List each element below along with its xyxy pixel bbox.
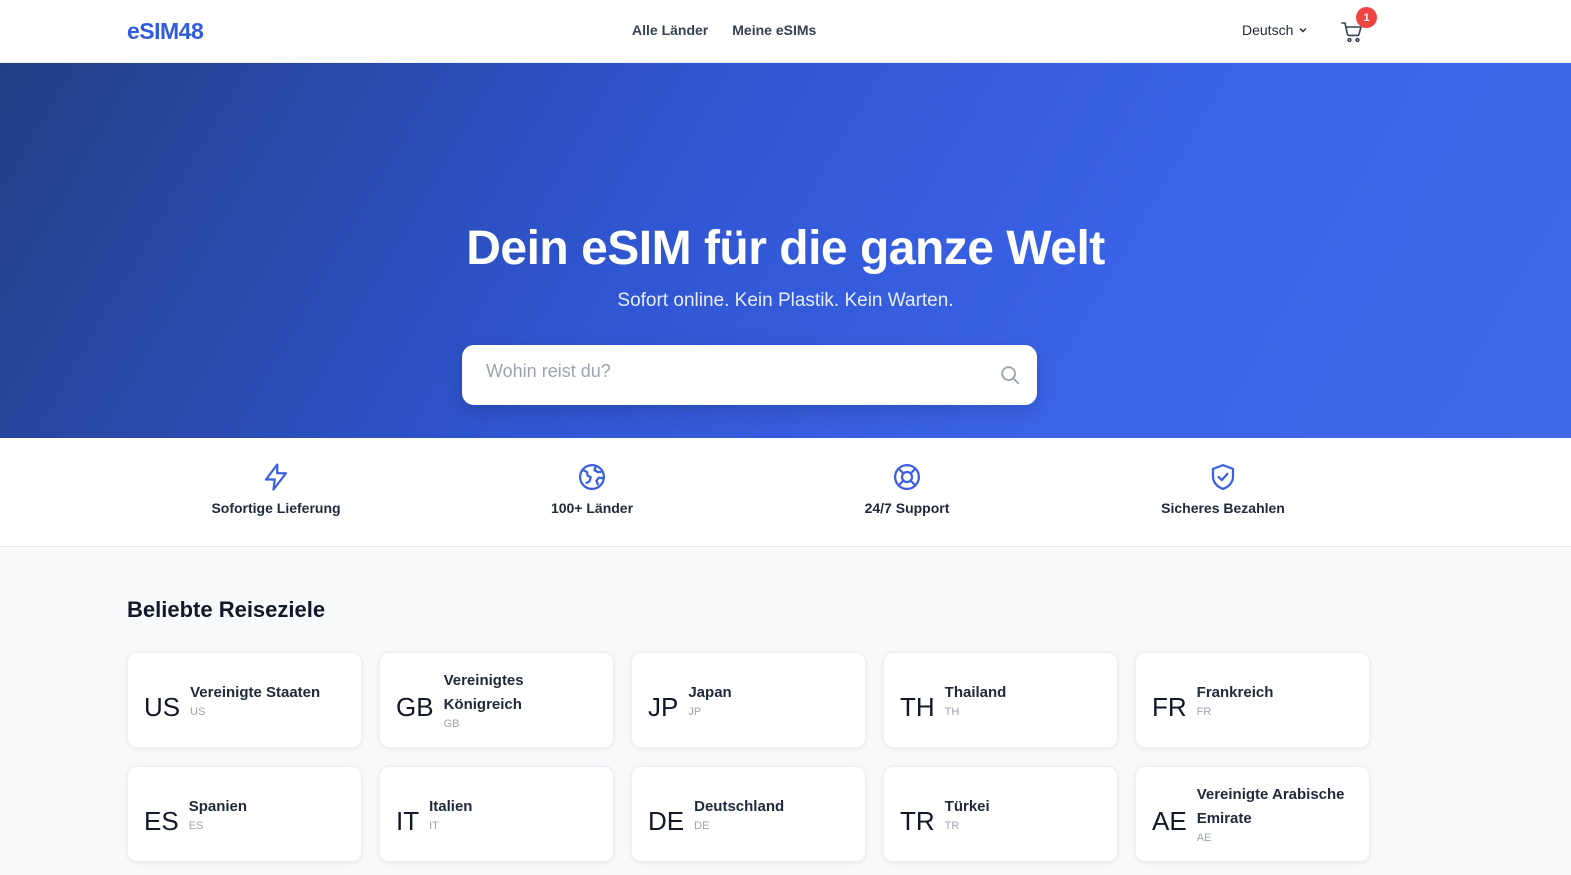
hero-section: Dein eSIM für die ganze Welt Sofort onli… — [0, 63, 1571, 438]
country-iso: AE — [1196, 832, 1212, 844]
destination-card[interactable]: US Vereinigte Staaten US — [127, 652, 362, 748]
feature-label: Sicheres Bezahlen — [1161, 500, 1285, 516]
feature-countries: 100+ Länder — [462, 462, 722, 516]
country-name: Frankreich — [1196, 684, 1274, 701]
destination-card[interactable]: AE Vereinigte Arabische Emirate AE — [1135, 766, 1370, 862]
destination-card[interactable]: FR Frankreich FR — [1135, 652, 1370, 748]
search-icon[interactable] — [999, 364, 1021, 386]
country-iso: DE — [694, 820, 710, 832]
globe-icon — [579, 464, 605, 490]
destination-search-input[interactable] — [486, 361, 986, 382]
destination-card[interactable]: GB Vereinigtes Königreich GB — [379, 652, 614, 748]
country-code: GB — [396, 691, 434, 722]
shield-check-icon — [1211, 464, 1235, 490]
brand-logo[interactable]: eSIM48 — [127, 18, 204, 45]
country-name: Türkei — [944, 798, 990, 815]
country-name: Vereinigte Staaten — [190, 684, 321, 701]
country-iso: GB — [443, 718, 460, 730]
country-name: Vereinigte Arabische Emirate — [1196, 786, 1345, 827]
language-label: Deutsch — [1242, 22, 1294, 38]
feature-label: Sofortige Lieferung — [211, 500, 341, 516]
popular-destinations-title: Beliebte Reiseziele — [127, 597, 326, 622]
feature-instant-delivery: Sofortige Lieferung — [146, 462, 406, 516]
nav-my-esims[interactable]: Meine eSIMs — [732, 22, 816, 38]
country-code: FR — [1152, 691, 1187, 722]
country-name: Italien — [429, 798, 473, 815]
search-box — [462, 345, 1037, 405]
country-code: DE — [648, 805, 685, 836]
country-iso: TR — [944, 820, 960, 832]
destination-card[interactable]: JP Japan JP — [631, 652, 866, 748]
feature-label: 24/7 Support — [864, 500, 950, 516]
country-name: Japan — [688, 684, 732, 701]
country-iso: FR — [1196, 706, 1212, 718]
country-iso: ES — [188, 820, 204, 832]
destination-card[interactable]: TR Türkei TR — [883, 766, 1118, 862]
destination-card[interactable]: DE Deutschland DE — [631, 766, 866, 862]
country-iso: JP — [688, 706, 702, 718]
country-name: Thailand — [944, 684, 1007, 701]
country-code: JP — [648, 691, 679, 722]
feature-label: 100+ Länder — [550, 500, 634, 516]
country-code: AE — [1152, 805, 1187, 836]
country-code: IT — [396, 805, 420, 836]
country-iso: US — [190, 706, 206, 718]
country-name: Spanien — [188, 798, 248, 815]
language-selector[interactable]: Deutsch — [1242, 22, 1308, 38]
lifebuoy-icon — [894, 464, 920, 490]
cart-count-badge: 1 — [1356, 7, 1377, 28]
nav-all-countries[interactable]: Alle Länder — [632, 22, 708, 38]
chevron-down-icon — [1299, 28, 1307, 33]
features-bar: Sofortige Lieferung 100+ Länder 24/7 Sup… — [0, 438, 1571, 547]
country-code: US — [144, 691, 181, 722]
destination-card[interactable]: ES Spanien ES — [127, 766, 362, 862]
country-code: TR — [900, 805, 935, 836]
country-name: Vereinigtes Königreich — [443, 672, 524, 713]
country-name: Deutschland — [694, 798, 785, 815]
country-iso: IT — [429, 820, 439, 832]
hero-subtitle: Sofort online. Kein Plastik. Kein Warten… — [617, 290, 954, 311]
country-iso: TH — [944, 706, 960, 718]
destination-card[interactable]: IT Italien IT — [379, 766, 614, 862]
top-header: eSIM48 Alle Länder Meine eSIMs Deutsch 1 — [0, 0, 1571, 63]
hero-title: Dein eSIM für die ganze Welt — [466, 222, 1105, 275]
feature-secure-payment: Sicheres Bezahlen — [1093, 462, 1353, 516]
country-code: ES — [144, 805, 179, 836]
destination-card[interactable]: TH Thailand TH — [883, 652, 1118, 748]
bolt-icon — [264, 463, 288, 491]
main-nav: Alle Länder Meine eSIMs — [632, 22, 816, 38]
country-code: TH — [900, 691, 935, 722]
destination-grid: US Vereinigte Staaten US GB Vereinigtes K… — [127, 652, 1372, 862]
feature-support: 24/7 Support — [777, 462, 1037, 516]
